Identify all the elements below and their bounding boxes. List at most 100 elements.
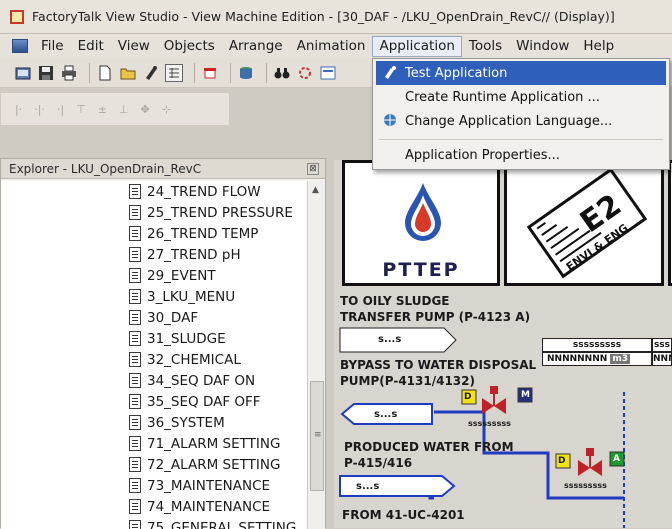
display-document-icon [129, 205, 141, 220]
open-display-icon[interactable] [14, 64, 32, 82]
flow-readout-label: sssssssss [542, 338, 652, 352]
envi-eng-logo: E2 ENVI & ENG [504, 160, 664, 286]
display-document-icon [129, 352, 141, 367]
tree-item[interactable]: 3_LKU_MENU [129, 286, 235, 307]
close-icon[interactable]: ⊠ [307, 162, 319, 175]
label-sludge-line-1: TO OILY SLUDGE [340, 294, 450, 308]
display-document-icon [129, 331, 141, 346]
toolbar-separator [89, 62, 90, 83]
display-document-icon [129, 289, 141, 304]
test-run-icon[interactable] [142, 64, 160, 82]
display-document-icon [129, 478, 141, 493]
valve-2-body [578, 460, 590, 476]
binoculars-icon[interactable] [273, 64, 291, 82]
flow-readout-value: NNNNNNNN m3 [542, 352, 652, 366]
badge-d-letter: D [558, 456, 566, 466]
flow-readout-2-value: NNN [652, 352, 672, 366]
menu-item-create-runtime-application[interactable]: Create Runtime Application ... [376, 85, 666, 109]
align-bottom-icon[interactable]: ⊥ [119, 103, 129, 116]
display-document-icon [129, 268, 141, 283]
align-center-icon[interactable]: ·|· [34, 103, 45, 116]
explorer-title: Explorer - LKU_OpenDrain_RevC [9, 161, 202, 176]
align-top-icon[interactable]: ⊤ [76, 103, 86, 116]
menu-view[interactable]: View [111, 36, 157, 57]
tree-item[interactable]: 36_SYSTEM [129, 412, 225, 433]
cross-reference-icon[interactable] [296, 64, 314, 82]
explorer-tree: 24_TREND FLOW 25_TREND PRESSURE 26_TREND… [1, 181, 307, 529]
menu-item-change-application-language[interactable]: Change Application Language... [376, 109, 666, 133]
tag-produced-value: s...s [356, 481, 380, 492]
flow-readout-2-label: sss [652, 338, 672, 352]
save-icon[interactable] [37, 64, 55, 82]
tag-browser-icon[interactable] [319, 64, 337, 82]
label-sludge-line-2: TRANSFER PUMP (P-4123 A) [340, 310, 531, 324]
tree-item[interactable]: 29_EVENT [129, 265, 216, 286]
tree-item[interactable]: 72_ALARM SETTING [129, 454, 280, 475]
menu-arrange[interactable]: Arrange [222, 36, 290, 57]
tree-item[interactable]: 26_TREND TEMP [129, 223, 258, 244]
tree-item[interactable]: 34_SEQ DAF ON [129, 370, 255, 391]
align-middle-icon[interactable]: ± [98, 103, 107, 116]
grid-icon[interactable] [165, 63, 183, 82]
scroll-up-icon[interactable]: ▲ [312, 185, 319, 195]
window-title: FactoryTalk View Studio - View Machine E… [32, 9, 615, 24]
menu-application[interactable]: Application [372, 35, 462, 57]
valve-2-tag: sssssssss [564, 481, 607, 490]
space-icon[interactable]: ⊹ [162, 103, 171, 116]
center-icon[interactable]: ✥ [141, 103, 150, 116]
menu-item-test-application[interactable]: Test Application [376, 61, 666, 85]
open-folder-icon[interactable] [119, 64, 137, 82]
tree-item[interactable]: 75_GENERAL SETTING [129, 517, 296, 529]
tree-item[interactable]: 24_TREND FLOW [129, 181, 261, 202]
badge-d-letter: D [464, 392, 472, 402]
display-document-icon [129, 247, 141, 262]
display-document-icon [129, 457, 141, 472]
print-icon[interactable] [60, 64, 78, 82]
menu-objects[interactable]: Objects [157, 36, 222, 57]
label-produced-line-1: PRODUCED WATER FROM [344, 440, 514, 454]
tree-item[interactable]: 25_TREND PRESSURE [129, 202, 293, 223]
menu-window[interactable]: Window [509, 36, 576, 57]
delete-icon[interactable] [201, 64, 219, 82]
tree-item[interactable]: 27_TREND pH [129, 244, 241, 265]
display-document-icon[interactable] [12, 39, 28, 53]
display-document-icon [129, 415, 141, 430]
label-produced-line-2: P-415/416 [344, 456, 413, 470]
database-icon[interactable] [237, 64, 255, 82]
label-bypass-line-1: BYPASS TO WATER DISPOSAL [340, 358, 537, 372]
scrollbar-thumb[interactable]: ≡ [310, 381, 324, 491]
grip-icon: ≡ [314, 430, 322, 440]
toolbar-separator [194, 62, 195, 83]
new-icon[interactable] [96, 64, 114, 82]
envi-eng-emblem: E2 [526, 167, 648, 279]
menu-item-application-properties[interactable]: Application Properties... [376, 143, 666, 167]
menu-file[interactable]: File [34, 36, 71, 57]
tree-item[interactable]: 35_SEQ DAF OFF [129, 391, 261, 412]
toolbar-separator [266, 62, 267, 83]
tree-item[interactable]: 74_MAINTENANCE [129, 496, 270, 517]
label-from-uc: FROM 41-UC-4201 [342, 508, 465, 522]
tree-item[interactable]: 31_SLUDGE [129, 328, 226, 349]
tree-item[interactable]: 73_MAINTENANCE [129, 475, 270, 496]
tree-item[interactable]: 71_ALARM SETTING [129, 433, 280, 454]
menu-bar: File Edit View Objects Arrange Animation… [0, 34, 672, 58]
explorer-scrollbar[interactable]: ▲ ≡ [307, 181, 325, 529]
display-document-icon [129, 499, 141, 514]
display-document-icon [129, 436, 141, 451]
menu-help[interactable]: Help [576, 36, 621, 57]
menu-tools[interactable]: Tools [462, 36, 509, 57]
factorytalk-app-icon [10, 9, 24, 24]
hmi-display-canvas: PTTEP E2 ENVI & ENG TO OILY SLUDGE TRANS… [334, 160, 672, 528]
tree-item[interactable]: 32_CHEMICAL [129, 349, 241, 370]
align-right-icon[interactable]: ·| [57, 103, 64, 116]
tree-item[interactable]: 30_DAF [129, 307, 198, 328]
display-document-icon [129, 184, 141, 199]
menu-animation[interactable]: Animation [290, 36, 373, 57]
align-left-icon[interactable]: |· [15, 103, 22, 116]
display-document-icon [129, 226, 141, 241]
display-document-icon [129, 373, 141, 388]
menu-edit[interactable]: Edit [71, 36, 111, 57]
explorer-header: Explorer - LKU_OpenDrain_RevC ⊠ [1, 159, 325, 179]
test-run-icon [381, 65, 399, 82]
toolbar-separator [230, 62, 231, 83]
